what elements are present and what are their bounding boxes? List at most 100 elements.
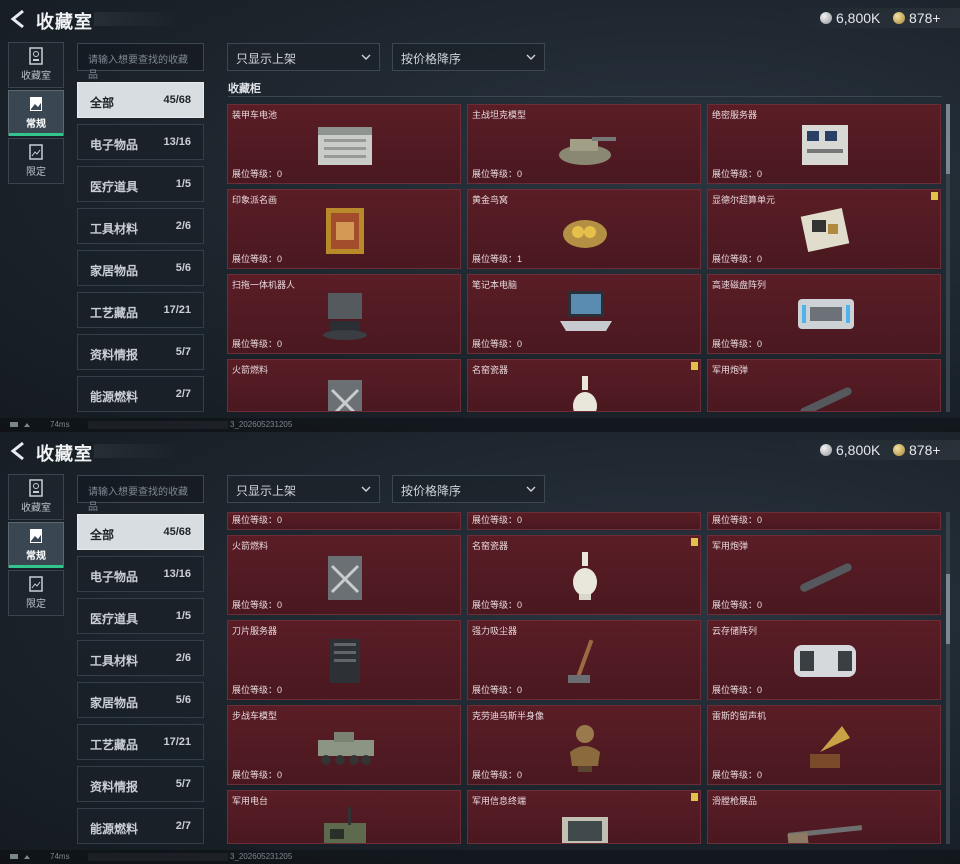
display-level-label: 展位等级： <box>712 339 758 349</box>
collection-slot[interactable]: 军用信息终端 <box>467 790 701 844</box>
header: 收藏室 6,800K 878+ <box>0 432 960 470</box>
category-tab[interactable]: 电子物品 13/16 <box>77 556 204 592</box>
item-image <box>798 299 854 329</box>
sort-dropdown[interactable]: 按价格降序 <box>392 475 545 503</box>
display-level: 展位等级：0 <box>472 513 522 526</box>
category-tab[interactable]: 医疗道具 1/5 <box>77 598 204 634</box>
collection-slot[interactable]: 显德尔超算单元 展位等级：0 <box>707 189 941 269</box>
category-name: 工具材料 <box>90 654 139 668</box>
back-arrow-icon[interactable] <box>8 8 30 30</box>
rail-label: 常规 <box>26 119 46 130</box>
category-tab[interactable]: 工艺藏品 17/21 <box>77 292 204 328</box>
collection-slot[interactable]: 火箭燃料 <box>227 359 461 412</box>
silver-coin-icon <box>820 444 832 456</box>
scrollbar-thumb[interactable] <box>946 574 950 644</box>
category-count: 5/7 <box>175 778 191 790</box>
collection-slot[interactable]: 云存储阵列 展位等级：0 <box>707 620 941 700</box>
display-level: 展位等级：0 <box>712 768 762 781</box>
display-level-label: 展位等级： <box>472 685 518 695</box>
category-count: 17/21 <box>163 304 191 316</box>
collection-slot[interactable]: 绝密服务器 展位等级：0 <box>707 104 941 184</box>
collection-slot[interactable]: 雷斯的留声机 展位等级：0 <box>707 705 941 785</box>
category-tab[interactable]: 工具材料 2/6 <box>77 640 204 676</box>
collection-slot[interactable]: 名窑瓷器 <box>467 359 701 412</box>
collection-slot[interactable]: 名窑瓷器 展位等级：0 <box>467 535 701 615</box>
collection-slot[interactable]: 军用炮弹 <box>707 359 941 412</box>
alert-badge-icon <box>691 362 698 370</box>
item-name: 绝密服务器 <box>712 110 758 120</box>
picture-icon <box>30 97 42 111</box>
gallery-icon <box>29 576 43 592</box>
collection-slot-partial[interactable]: 展位等级：0 <box>467 512 701 530</box>
item-name: 刀片服务器 <box>232 626 278 636</box>
category-count: 1/5 <box>175 178 191 190</box>
shelf-filter-dropdown[interactable]: 只显示上架 <box>227 475 380 503</box>
display-level: 展位等级：0 <box>712 513 762 526</box>
category-tab[interactable]: 资料情报 5/7 <box>77 334 204 370</box>
category-tab[interactable]: 全部 45/68 <box>77 82 204 118</box>
collection-slot[interactable]: 步战车模型 展位等级：0 <box>227 705 461 785</box>
vault-icon <box>29 479 43 497</box>
collection-slot[interactable]: 克劳迪乌斯半身像 展位等级：0 <box>467 705 701 785</box>
category-tab[interactable]: 电子物品 13/16 <box>77 124 204 160</box>
collection-slot[interactable]: 扫拖一体机器人 展位等级：0 <box>227 274 461 354</box>
category-tab[interactable]: 工艺藏品 17/21 <box>77 724 204 760</box>
category-tab[interactable]: 工具材料 2/6 <box>77 208 204 244</box>
collection-slot[interactable]: 军用炮弹 展位等级：0 <box>707 535 941 615</box>
sort-dropdown[interactable]: 按价格降序 <box>392 43 545 71</box>
section-title: 收藏柜 <box>228 83 261 95</box>
rail-limited[interactable]: 限定 <box>8 570 64 616</box>
category-count: 5/6 <box>175 694 191 706</box>
search-input[interactable]: 请输入想要查找的收藏品 <box>77 43 204 81</box>
collection-slot[interactable]: 装甲车电池 展位等级：0 <box>227 104 461 184</box>
collection-slot-partial[interactable]: 展位等级：0 <box>707 512 941 530</box>
collection-slot[interactable]: 笔记本电脑 展位等级：0 <box>467 274 701 354</box>
category-tab[interactable]: 家居物品 5/6 <box>77 250 204 286</box>
scrollbar-track[interactable] <box>946 512 950 844</box>
category-tab[interactable]: 医疗道具 1/5 <box>77 166 204 202</box>
category-tab[interactable]: 资料情报 5/7 <box>77 766 204 802</box>
rail-normal[interactable]: 常规 <box>8 522 64 568</box>
category-count: 5/7 <box>175 346 191 358</box>
display-level: 展位等级：0 <box>712 683 762 696</box>
item-image <box>800 563 852 592</box>
scrollbar-thumb[interactable] <box>946 104 950 174</box>
shelf-filter-value: 只显示上架 <box>236 484 297 498</box>
rail-vault[interactable]: 收藏室 <box>8 42 64 88</box>
back-arrow-icon[interactable] <box>8 440 30 462</box>
display-level-value: 1 <box>517 254 523 264</box>
collection-slot[interactable]: 高速磁盘阵列 展位等级：0 <box>707 274 941 354</box>
redacted-id <box>88 853 228 861</box>
collection-slot[interactable]: 火箭燃料 展位等级：0 <box>227 535 461 615</box>
section-divider <box>228 96 942 97</box>
collection-slot-partial[interactable]: 展位等级：0 <box>227 512 461 530</box>
collection-slot[interactable]: 刀片服务器展位等级：0 <box>227 620 461 700</box>
collection-slot[interactable]: 军用电台 <box>227 790 461 844</box>
currency-gold[interactable]: 878+ <box>893 442 941 458</box>
category-count: 13/16 <box>163 136 191 148</box>
currency-gold[interactable]: 878+ <box>893 10 941 26</box>
category-name: 家居物品 <box>90 264 139 278</box>
display-level: 展位等级：0 <box>232 252 282 265</box>
category-tab[interactable]: 全部 45/68 <box>77 514 204 550</box>
collection-slot[interactable]: 强力吸尘器 展位等级：0 <box>467 620 701 700</box>
chevron-down-icon <box>361 486 371 492</box>
display-level: 展位等级：0 <box>232 167 282 180</box>
category-tab[interactable]: 能源燃料 2/7 <box>77 376 204 412</box>
collection-slot[interactable]: 滑膛枪展品 <box>707 790 941 844</box>
page-title: 收藏室 <box>36 12 93 32</box>
collection-slot[interactable]: 印象派名画 展位等级：0 <box>227 189 461 269</box>
display-level: 展位等级：0 <box>232 337 282 350</box>
display-level: 展位等级：0 <box>232 683 282 696</box>
rail-normal[interactable]: 常规 <box>8 90 64 136</box>
rail-vault[interactable]: 收藏室 <box>8 474 64 520</box>
currency-silver: 6,800K <box>820 442 880 458</box>
collection-slot[interactable]: 黄金鸟窝 展位等级：1 <box>467 189 701 269</box>
category-tab[interactable]: 家居物品 5/6 <box>77 682 204 718</box>
item-image <box>328 380 362 411</box>
shelf-filter-dropdown[interactable]: 只显示上架 <box>227 43 380 71</box>
search-input[interactable]: 请输入想要查找的收藏品 <box>77 475 204 513</box>
category-tab[interactable]: 能源燃料 2/7 <box>77 808 204 844</box>
collection-slot[interactable]: 主战坦克模型 展位等级：0 <box>467 104 701 184</box>
rail-limited[interactable]: 限定 <box>8 138 64 184</box>
